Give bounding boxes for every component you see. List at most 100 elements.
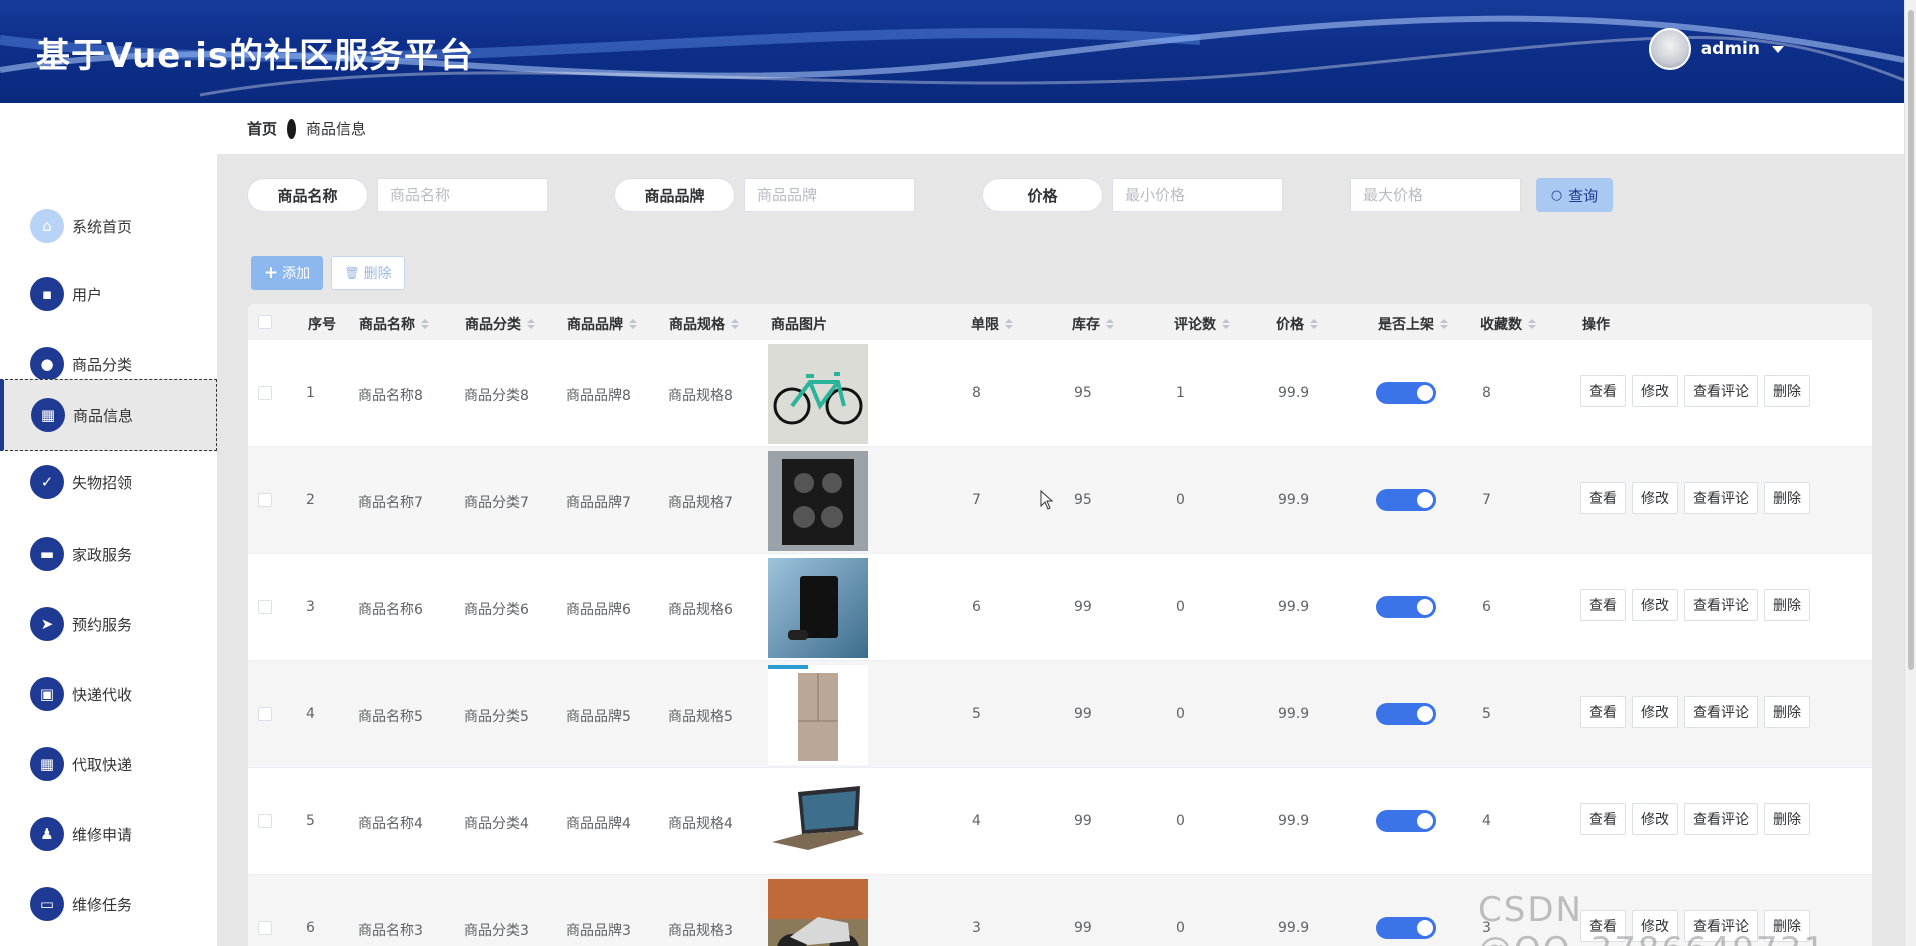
sidebar-item-product-info[interactable]: ▦ 商品信息: [0, 379, 217, 451]
on-shelf-toggle[interactable]: [1376, 917, 1436, 939]
view-button[interactable]: 查看: [1580, 696, 1626, 728]
edit-button[interactable]: 修改: [1632, 375, 1678, 407]
column-header-on-shelf[interactable]: 是否上架: [1378, 314, 1448, 334]
row-checkbox[interactable]: [258, 707, 272, 721]
column-header-name[interactable]: 商品名称: [359, 314, 429, 334]
user-name[interactable]: admin: [1701, 39, 1760, 59]
view-comments-button[interactable]: 查看评论: [1684, 589, 1758, 621]
sort-icon[interactable]: [629, 319, 637, 329]
product-image[interactable]: [768, 451, 868, 551]
sidebar-item-label: 失物招领: [72, 473, 133, 492]
cell-spec: 商品规格5: [668, 709, 733, 725]
row-checkbox[interactable]: [258, 600, 272, 614]
add-button[interactable]: + 添加: [251, 256, 323, 290]
edit-button[interactable]: 修改: [1632, 803, 1678, 835]
select-all-checkbox[interactable]: [258, 315, 272, 329]
delete-button[interactable]: 删除: [1764, 696, 1810, 728]
cell-category: 商品分类4: [464, 816, 529, 832]
sort-icon[interactable]: [1440, 319, 1448, 329]
delete-button[interactable]: 删除: [1764, 375, 1810, 407]
on-shelf-toggle[interactable]: [1376, 382, 1436, 404]
product-image[interactable]: [768, 665, 868, 765]
column-header-favorites[interactable]: 收藏数: [1480, 314, 1536, 334]
sidebar-item-parcel-receive[interactable]: ▣ 快递代收: [0, 659, 217, 729]
edit-button[interactable]: 修改: [1632, 589, 1678, 621]
cell-price: 99.9: [1278, 385, 1310, 401]
column-header-comments[interactable]: 评论数: [1174, 314, 1230, 334]
query-button[interactable]: ○ 查询: [1536, 178, 1613, 212]
add-button-label: 添加: [282, 266, 311, 282]
sidebar-item-repair-request[interactable]: ♟ 维修申请: [0, 799, 217, 869]
product-brand-input[interactable]: [744, 178, 915, 212]
view-comments-button[interactable]: 查看评论: [1684, 696, 1758, 728]
view-comments-button[interactable]: 查看评论: [1684, 482, 1758, 514]
column-header-brand[interactable]: 商品品牌: [567, 314, 637, 334]
sort-icon[interactable]: [1005, 319, 1013, 329]
sidebar-item-users[interactable]: ▪ 用户: [0, 259, 217, 329]
column-header-limit[interactable]: 单限: [971, 314, 1013, 334]
view-button[interactable]: 查看: [1580, 375, 1626, 407]
view-comments-button[interactable]: 查看评论: [1684, 803, 1758, 835]
sort-icon[interactable]: [1528, 319, 1536, 329]
cell-no: 2: [306, 492, 315, 508]
view-comments-button[interactable]: 查看评论: [1684, 375, 1758, 407]
row-checkbox[interactable]: [258, 493, 272, 507]
product-image[interactable]: [768, 772, 868, 872]
row-checkbox[interactable]: [258, 921, 272, 935]
on-shelf-toggle[interactable]: [1376, 596, 1436, 618]
sort-icon[interactable]: [1310, 319, 1318, 329]
sidebar-item-parcel-pickup[interactable]: ▦ 代取快递: [0, 729, 217, 799]
sort-icon[interactable]: [1106, 319, 1114, 329]
row-checkbox[interactable]: [258, 386, 272, 400]
sidebar-item-appointment[interactable]: ➤ 预约服务: [0, 589, 217, 659]
edit-button[interactable]: 修改: [1632, 696, 1678, 728]
sidebar-item-label: 家政服务: [72, 545, 133, 564]
on-shelf-toggle[interactable]: [1376, 703, 1436, 725]
column-header-category[interactable]: 商品分类: [465, 314, 535, 334]
delete-button[interactable]: 删除: [1764, 482, 1810, 514]
column-header-spec[interactable]: 商品规格: [669, 314, 739, 334]
sidebar-item-lost-found[interactable]: ✓ 失物招领: [0, 447, 217, 517]
user-menu[interactable]: admin: [1648, 28, 1784, 70]
sort-icon[interactable]: [527, 319, 535, 329]
product-image[interactable]: [768, 344, 868, 444]
view-button[interactable]: 查看: [1580, 589, 1626, 621]
sidebar-item-repair-task[interactable]: ▭ 维修任务: [0, 869, 217, 939]
breadcrumb-home[interactable]: 首页: [247, 118, 277, 139]
sidebar-item-home[interactable]: ⌂ 系统首页: [0, 191, 217, 261]
cell-price: 99.9: [1278, 706, 1310, 722]
on-shelf-toggle[interactable]: [1376, 489, 1436, 511]
edit-button[interactable]: 修改: [1632, 482, 1678, 514]
column-header-label: 收藏数: [1480, 317, 1522, 333]
column-header-price[interactable]: 价格: [1276, 314, 1318, 334]
product-name-input[interactable]: [377, 178, 548, 212]
scrollbar-thumb[interactable]: [1908, 10, 1914, 670]
table-row: 4 商品名称5 商品分类5 商品品牌5 商品规格5 5 99 0 99.9 5 查看 修改 查看评论 删除: [248, 661, 1872, 768]
cell-brand: 商品品牌5: [566, 709, 631, 725]
sidebar-item-housekeeping[interactable]: ▬ 家政服务: [0, 519, 217, 589]
page-scrollbar[interactable]: [1904, 0, 1916, 946]
product-image[interactable]: [768, 558, 868, 658]
cell-comments: 1: [1176, 385, 1185, 401]
cell-limit: 8: [972, 385, 981, 401]
view-button[interactable]: 查看: [1580, 482, 1626, 514]
min-price-input[interactable]: [1112, 178, 1283, 212]
column-header-stock[interactable]: 库存: [1072, 314, 1114, 334]
batch-delete-button[interactable]: 🗑 删除: [331, 256, 405, 290]
caret-down-icon[interactable]: [1772, 45, 1784, 53]
sort-icon[interactable]: [731, 319, 739, 329]
cell-name: 商品名称4: [358, 816, 423, 832]
on-shelf-toggle[interactable]: [1376, 810, 1436, 832]
product-image[interactable]: [768, 879, 868, 946]
row-checkbox[interactable]: [258, 814, 272, 828]
view-button[interactable]: 查看: [1580, 803, 1626, 835]
delete-button[interactable]: 删除: [1764, 589, 1810, 621]
app-title: 基于Vue.is的社区服务平台: [36, 36, 475, 76]
cell-comments: 0: [1176, 599, 1185, 615]
delete-button[interactable]: 删除: [1764, 803, 1810, 835]
sidebar-item-label: 维修申请: [72, 825, 133, 844]
max-price-input[interactable]: [1350, 178, 1521, 212]
sort-icon[interactable]: [421, 319, 429, 329]
avatar[interactable]: [1648, 28, 1691, 70]
sort-icon[interactable]: [1222, 319, 1230, 329]
